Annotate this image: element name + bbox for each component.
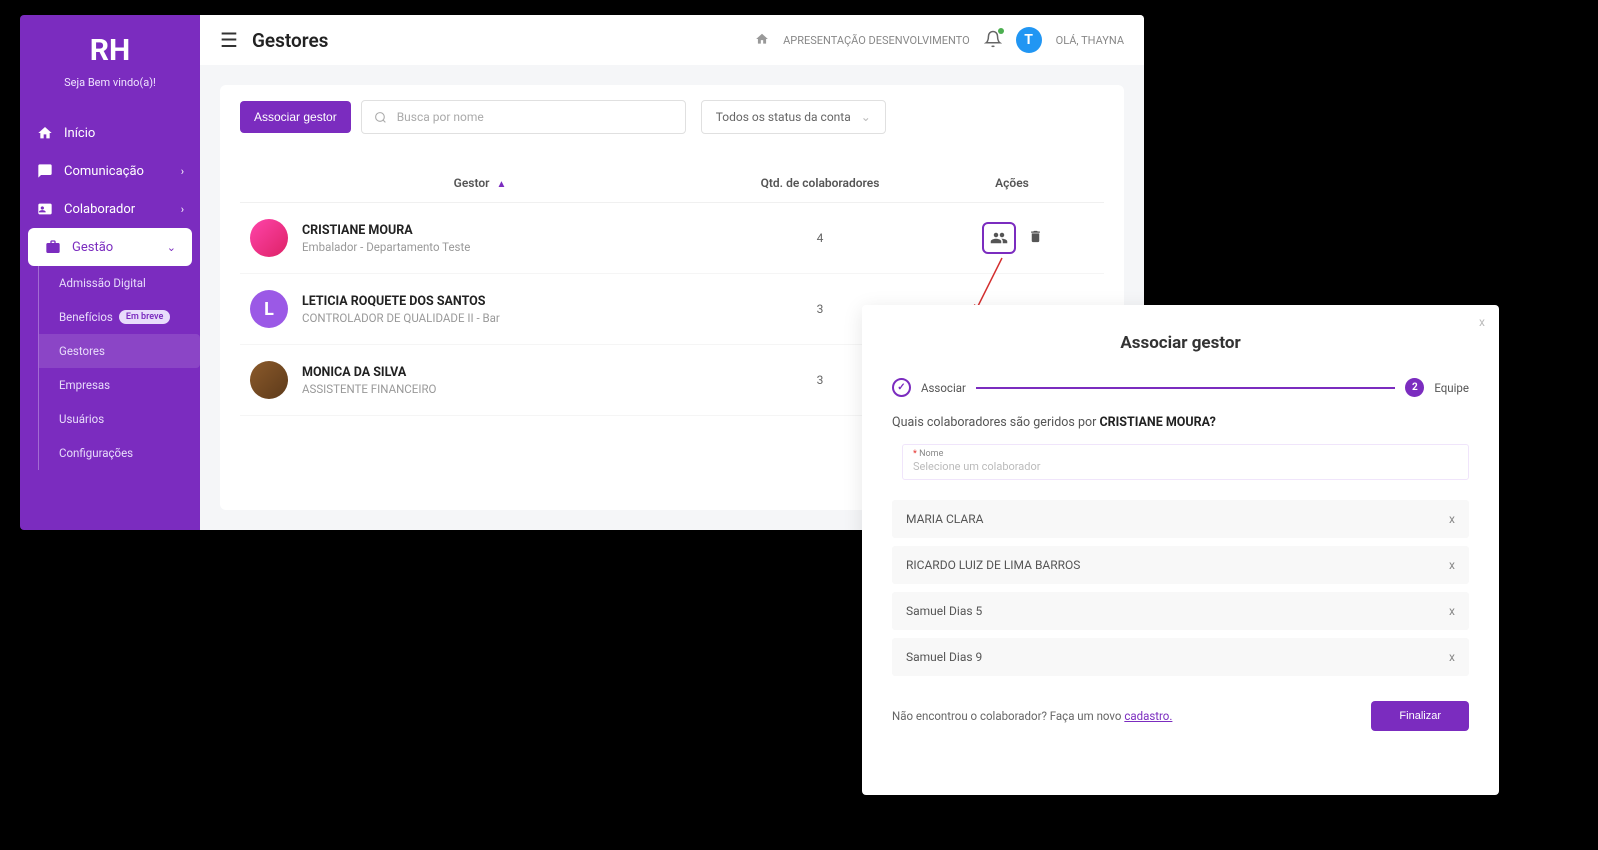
collaborator-item: RICARDO LUIZ DE LIMA BARROS x (892, 546, 1469, 584)
home-icon[interactable] (755, 32, 769, 49)
step2-circle: 2 (1405, 378, 1424, 397)
modal-title: Associar gestor (892, 333, 1469, 353)
badge-soon: Em breve (119, 310, 170, 324)
chat-icon (36, 162, 54, 180)
id-card-icon (36, 200, 54, 218)
avatar (250, 361, 288, 399)
hint-text: Não encontrou o colaborador? Faça um nov… (892, 709, 1172, 723)
nav-inicio[interactable]: Início (20, 114, 200, 152)
menu-icon[interactable]: ☰ (220, 28, 238, 52)
gestor-name: MONICA DA SILVA (302, 365, 436, 380)
submenu-empresas[interactable]: Empresas (39, 368, 200, 402)
avatar (250, 219, 288, 257)
associate-modal: x Associar gestor ✓ Associar 2 Equipe Qu… (862, 305, 1499, 795)
search-icon (374, 111, 387, 124)
gestor-name: CRISTIANE MOURA (302, 223, 470, 238)
topbar: ☰ Gestores APRESENTAÇÃO DESENVOLVIMENTO … (200, 15, 1144, 65)
nav-label: Gestão (72, 240, 113, 255)
gestor-role: CONTROLADOR DE QUALIDADE II - Bar (302, 311, 500, 325)
chevron-right-icon: › (181, 203, 184, 216)
nav-label: Colaborador (64, 202, 135, 217)
collaborator-name: Samuel Dias 9 (906, 650, 982, 664)
qtd-cell: 4 (720, 231, 920, 245)
bell-icon[interactable] (984, 30, 1002, 51)
nav-gestao[interactable]: Gestão ⌄ (28, 228, 192, 266)
submenu-gestao: Admissão Digital Benefícios Em breve Ges… (38, 266, 200, 470)
trash-icon[interactable] (1028, 229, 1043, 248)
collaborator-name: Samuel Dias 5 (906, 604, 982, 618)
chevron-down-icon: ⌄ (167, 241, 176, 254)
briefcase-icon (44, 238, 62, 256)
page-title: Gestores (252, 29, 329, 52)
col-acoes: Ações (920, 176, 1104, 190)
remove-icon[interactable]: x (1449, 512, 1455, 526)
gestor-name: LETICIA ROQUETE DOS SANTOS (302, 294, 500, 309)
notification-dot (998, 28, 1004, 34)
dropdown-label: Todos os status da conta (716, 110, 851, 124)
step-line (976, 387, 1395, 389)
submenu-usuarios[interactable]: Usuários (39, 402, 200, 436)
submenu-admissao[interactable]: Admissão Digital (39, 266, 200, 300)
chevron-down-icon: ⌄ (861, 110, 871, 124)
avatar: L (250, 290, 288, 328)
breadcrumb: APRESENTAÇÃO DESENVOLVIMENTO (783, 34, 970, 47)
welcome-text: Seja Bem vindo(a)! (20, 76, 200, 89)
collaborator-item: Samuel Dias 9 x (892, 638, 1469, 676)
gestor-role: Embalador - Departamento Teste (302, 240, 470, 254)
table-row: CRISTIANE MOURA Embalador - Departamento… (240, 203, 1104, 274)
search-placeholder: Busca por nome (397, 110, 484, 124)
finalize-button[interactable]: Finalizar (1371, 701, 1469, 731)
search-input[interactable]: Busca por nome (361, 100, 686, 134)
nav-comunicacao[interactable]: Comunicação › (20, 152, 200, 190)
input-placeholder: Selecione um colaborador (913, 460, 1458, 473)
collaborator-name: RICARDO LUIZ DE LIMA BARROS (906, 558, 1080, 572)
logo: RH (20, 33, 200, 68)
topbar-right: APRESENTAÇÃO DESENVOLVIMENTO T OLÁ, THAY… (755, 27, 1124, 53)
step2-label: Equipe (1434, 381, 1469, 395)
name-input[interactable]: * Nome Selecione um colaborador (902, 444, 1469, 480)
submenu-label: Benefícios (59, 310, 113, 324)
collaborator-list: MARIA CLARA x RICARDO LUIZ DE LIMA BARROS x… (892, 500, 1469, 676)
sidebar: RH Seja Bem vindo(a)! Início Comunicação… (20, 15, 200, 530)
home-icon (36, 124, 54, 142)
sort-icon[interactable]: ▲ (496, 179, 506, 190)
avatar[interactable]: T (1016, 27, 1042, 53)
check-icon: ✓ (892, 378, 911, 397)
col-qtd: Qtd. de colaboradores (720, 176, 920, 190)
close-button[interactable]: x (1479, 315, 1485, 329)
associate-button[interactable]: Associar gestor (240, 101, 351, 133)
submenu-config[interactable]: Configurações (39, 436, 200, 470)
remove-icon[interactable]: x (1449, 604, 1455, 618)
remove-icon[interactable]: x (1449, 650, 1455, 664)
acoes-cell (920, 222, 1104, 254)
table-header: Gestor ▲ Qtd. de colaboradores Ações (240, 164, 1104, 203)
stepper: ✓ Associar 2 Equipe (892, 378, 1469, 397)
nav-label: Início (64, 126, 95, 141)
nav-colaborador[interactable]: Colaborador › (20, 190, 200, 228)
submenu-gestores[interactable]: Gestores (39, 334, 200, 368)
step1-label: Associar (921, 381, 966, 395)
collaborator-name: MARIA CLARA (906, 512, 983, 526)
cadastro-link[interactable]: cadastro. (1124, 709, 1172, 723)
col-gestor[interactable]: Gestor (454, 176, 490, 190)
collaborator-item: MARIA CLARA x (892, 500, 1469, 538)
greeting: OLÁ, THAYNA (1056, 34, 1124, 47)
submenu-beneficios[interactable]: Benefícios Em breve (39, 300, 200, 334)
filter-bar: Associar gestor Busca por nome Todos os … (240, 100, 1104, 134)
team-icon[interactable] (982, 222, 1016, 254)
collaborator-item: Samuel Dias 5 x (892, 592, 1469, 630)
remove-icon[interactable]: x (1449, 558, 1455, 572)
gestor-role: ASSISTENTE FINANCEIRO (302, 382, 436, 396)
chevron-right-icon: › (181, 165, 184, 178)
nav-label: Comunicação (64, 164, 144, 179)
status-dropdown[interactable]: Todos os status da conta ⌄ (701, 100, 886, 134)
modal-question: Quais colaboradores são geridos por CRIS… (892, 415, 1469, 430)
